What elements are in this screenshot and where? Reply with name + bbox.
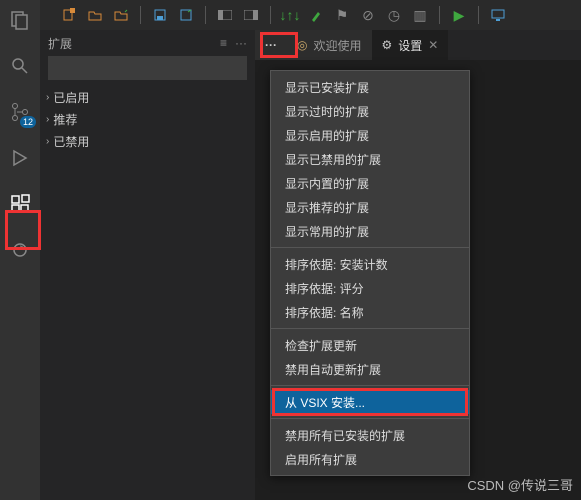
section-disabled[interactable]: ›已禁用 [40, 130, 255, 152]
tab-settings[interactable]: ⚙ 设置 ✕ [372, 30, 449, 60]
menu-separator [271, 385, 469, 386]
flag-icon[interactable]: ⚑ [333, 6, 351, 24]
menu-separator [271, 328, 469, 329]
editor-tabs: ··· ◎ 欢迎使用 ⚙ 设置 ✕ [255, 30, 581, 60]
save-all-icon[interactable] [177, 6, 195, 24]
menu-separator [271, 247, 469, 248]
tune-icon[interactable]: ↓↑↓ [281, 6, 299, 24]
menu-show-recommended[interactable]: 显示推荐的扩展 [271, 195, 469, 219]
ban-icon[interactable]: ⊘ [359, 6, 377, 24]
scm-badge: 12 [20, 116, 36, 128]
watermark: CSDN @传说三哥 [467, 475, 573, 494]
menu-show-installed[interactable]: 显示已安装扩展 [271, 75, 469, 99]
menu-enable-all[interactable]: 启用所有扩展 [271, 447, 469, 471]
menu-show-enabled[interactable]: 显示启用的扩展 [271, 123, 469, 147]
save-icon[interactable] [151, 6, 169, 24]
menu-show-popular[interactable]: 显示常用的扩展 [271, 219, 469, 243]
panel-title: 扩展 [48, 35, 72, 52]
chevron-right-icon: › [46, 114, 49, 125]
menu-install-vsix[interactable]: 从 VSIX 安装... [271, 390, 469, 414]
menu-show-builtin[interactable]: 显示内置的扩展 [271, 171, 469, 195]
extensions-panel: 扩展 ≡ ··· ›已启用 ›推荐 ›已禁用 [40, 30, 255, 500]
close-tab-icon[interactable]: ✕ [428, 38, 438, 52]
menu-disable-all[interactable]: 禁用所有已安装的扩展 [271, 423, 469, 447]
menu-check-updates[interactable]: 检查扩展更新 [271, 333, 469, 357]
menu-disable-autoupdate[interactable]: 禁用自动更新扩展 [271, 357, 469, 381]
debug-icon[interactable] [6, 144, 34, 172]
section-recommended[interactable]: ›推荐 [40, 108, 255, 130]
timer-icon[interactable]: ◷ [385, 6, 403, 24]
folder-up-icon[interactable] [112, 6, 130, 24]
chevron-right-icon: › [46, 136, 49, 147]
tab-welcome[interactable]: ◎ 欢迎使用 [287, 30, 372, 60]
open-folder-icon[interactable] [86, 6, 104, 24]
extensions-context-menu: 显示已安装扩展 显示过时的扩展 显示启用的扩展 显示已禁用的扩展 显示内置的扩展… [270, 70, 470, 476]
menu-separator [271, 418, 469, 419]
refresh-icon[interactable] [6, 236, 34, 264]
extensions-icon[interactable] [6, 190, 34, 218]
tab-more[interactable]: ··· [255, 30, 287, 60]
activity-bar: 12 [0, 0, 40, 500]
panel-right-icon[interactable] [242, 6, 260, 24]
monitor-icon[interactable] [489, 6, 507, 24]
brush-icon[interactable] [307, 6, 325, 24]
menu-sort-rating[interactable]: 排序依据: 评分 [271, 276, 469, 300]
menu-sort-installs[interactable]: 排序依据: 安装计数 [271, 252, 469, 276]
menu-sort-name[interactable]: 排序依据: 名称 [271, 300, 469, 324]
welcome-tab-icon: ◎ [297, 38, 307, 52]
panel-header: 扩展 ≡ ··· [40, 30, 255, 56]
filter-icon[interactable]: ≡ [220, 36, 227, 50]
panel-more-icon[interactable]: ··· [235, 36, 247, 50]
panel-left-icon[interactable] [216, 6, 234, 24]
chevron-right-icon: › [46, 92, 49, 103]
play-icon[interactable]: ▶ [450, 6, 468, 24]
new-file-icon[interactable] [60, 6, 78, 24]
menu-show-outdated[interactable]: 显示过时的扩展 [271, 99, 469, 123]
top-toolbar: ↓↑↓ ⚑ ⊘ ◷ ▥ ▶ [0, 0, 581, 30]
search-icon[interactable] [6, 52, 34, 80]
explorer-icon[interactable] [6, 6, 34, 34]
section-enabled[interactable]: ›已启用 [40, 86, 255, 108]
source-control-icon[interactable]: 12 [6, 98, 34, 126]
gear-icon: ⚙ [382, 38, 393, 52]
menu-show-disabled[interactable]: 显示已禁用的扩展 [271, 147, 469, 171]
split-icon[interactable]: ▥ [411, 6, 429, 24]
extensions-search-input[interactable] [48, 56, 247, 80]
